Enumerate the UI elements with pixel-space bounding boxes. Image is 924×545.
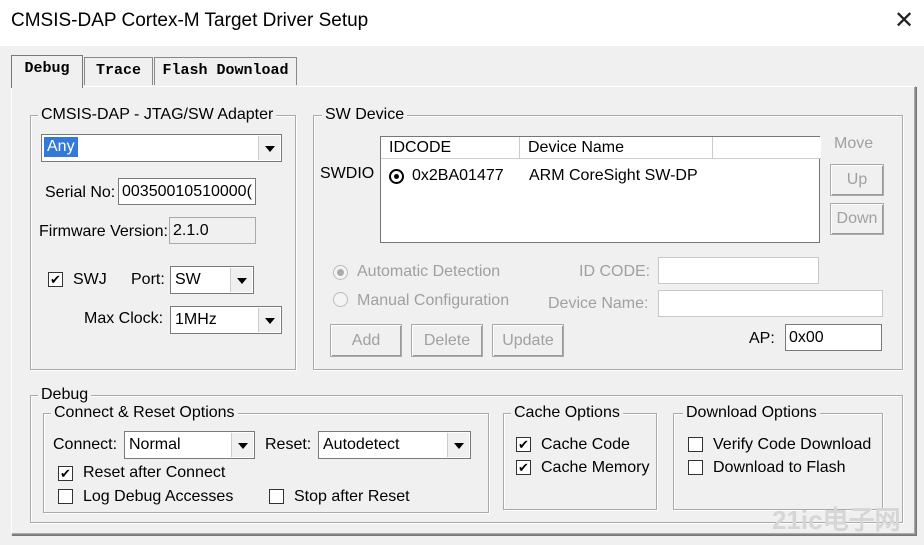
up-button[interactable]: Up: [830, 164, 884, 196]
move-label: Move: [834, 135, 874, 152]
verify-code-label: Verify Code Download: [713, 436, 872, 453]
tab-debug[interactable]: Debug: [11, 55, 83, 88]
window-title: CMSIS-DAP Cortex-M Target Driver Setup: [11, 10, 369, 31]
check-icon: ✔: [50, 272, 61, 287]
port-select-value: SW: [175, 271, 201, 288]
serial-value: 00350010510000(: [122, 183, 252, 200]
cache-memory-checkbox[interactable]: ✔: [516, 460, 531, 475]
connect-reset-group-label: Connect & Reset Options: [51, 404, 238, 422]
debug-group-label: Debug: [38, 386, 92, 404]
check-icon: ✔: [518, 437, 529, 452]
add-button[interactable]: Add: [330, 324, 402, 357]
id-code-field[interactable]: [658, 257, 819, 284]
tab-trace[interactable]: Trace: [84, 57, 153, 85]
download-options-group-label: Download Options: [683, 404, 820, 422]
reset-select[interactable]: Autodetect: [318, 431, 471, 459]
log-debug-checkbox[interactable]: [58, 489, 73, 504]
id-code-label: ID CODE:: [579, 263, 651, 280]
reset-label: Reset:: [265, 436, 312, 453]
manual-config-radio[interactable]: [333, 292, 348, 307]
chevron-down-icon[interactable]: [231, 433, 253, 457]
maxclock-select[interactable]: 1MHz: [170, 306, 282, 334]
chevron-down-icon[interactable]: [258, 136, 280, 160]
swj-label: SWJ: [73, 271, 107, 288]
radio-selected-icon: [389, 169, 404, 184]
firmware-field: 2.1.0: [169, 217, 256, 244]
log-debug-label: Log Debug Accesses: [83, 488, 234, 505]
auto-detect-radio[interactable]: [333, 265, 348, 280]
ap-value: 0x00: [789, 329, 824, 346]
reset-after-connect-label: Reset after Connect: [83, 464, 226, 481]
tab-flash-download-label: Flash Download: [162, 62, 289, 79]
column-header-idcode[interactable]: IDCODE: [381, 137, 520, 159]
swj-checkbox[interactable]: ✔: [48, 272, 63, 287]
adapter-select-value: Any: [44, 137, 78, 157]
cache-code-label: Cache Code: [541, 436, 630, 453]
maxclock-label: Max Clock:: [84, 310, 164, 327]
sw-device-group-label: SW Device: [322, 106, 408, 124]
port-select[interactable]: SW: [170, 266, 254, 294]
tab-debug-label: Debug: [24, 60, 70, 77]
adapter-group-label: CMSIS-DAP - JTAG/SW Adapter: [38, 106, 277, 124]
chevron-down-icon[interactable]: [230, 268, 252, 292]
verify-code-checkbox[interactable]: [688, 437, 703, 452]
connect-select-value: Normal: [129, 436, 181, 453]
update-button[interactable]: Update: [492, 324, 564, 357]
ap-field[interactable]: 0x00: [785, 324, 882, 351]
ap-label: AP:: [749, 330, 775, 347]
device-list[interactable]: IDCODE Device Name 0x2BA01477 ARM CoreSi…: [380, 136, 821, 243]
firmware-label: Firmware Version:: [39, 223, 168, 240]
maxclock-select-value: 1MHz: [175, 311, 217, 328]
tab-flash-download[interactable]: Flash Download: [154, 57, 297, 85]
firmware-value: 2.1.0: [173, 222, 209, 239]
column-header-device-name[interactable]: Device Name: [520, 137, 713, 159]
watermark-logo: 21ic电子网: [772, 505, 901, 535]
delete-button[interactable]: Delete: [411, 324, 483, 357]
row-idcode: 0x2BA01477: [412, 167, 504, 184]
connect-label: Connect:: [53, 436, 118, 453]
cache-options-group-label: Cache Options: [511, 404, 623, 422]
check-icon: ✔: [60, 466, 71, 481]
swdio-label: SWDIO: [320, 165, 375, 182]
adapter-select[interactable]: Any: [41, 134, 282, 162]
down-button[interactable]: Down: [830, 203, 884, 235]
device-name-label: Device Name:: [548, 295, 649, 312]
close-icon[interactable]: ✕: [889, 6, 919, 36]
serial-field[interactable]: 00350010510000(: [118, 178, 256, 205]
manual-config-label: Manual Configuration: [357, 292, 510, 309]
stop-after-reset-checkbox[interactable]: [269, 489, 284, 504]
stop-after-reset-label: Stop after Reset: [294, 488, 410, 505]
serial-label: Serial No:: [45, 184, 116, 201]
reset-select-value: Autodetect: [323, 436, 400, 453]
check-icon: ✔: [518, 460, 529, 475]
cache-code-checkbox[interactable]: ✔: [516, 437, 531, 452]
download-flash-label: Download to Flash: [713, 459, 846, 476]
device-name-field[interactable]: [658, 290, 883, 317]
auto-detect-label: Automatic Detection: [357, 263, 501, 280]
download-flash-checkbox[interactable]: [688, 460, 703, 475]
chevron-down-icon[interactable]: [447, 433, 469, 457]
cache-memory-label: Cache Memory: [541, 459, 650, 476]
port-label: Port:: [131, 271, 165, 288]
connect-select[interactable]: Normal: [124, 431, 255, 459]
reset-after-connect-checkbox[interactable]: ✔: [58, 466, 73, 481]
column-header-empty: [713, 137, 821, 159]
row-device-name: ARM CoreSight SW-DP: [529, 167, 698, 184]
table-row[interactable]: 0x2BA01477 ARM CoreSight SW-DP: [381, 163, 819, 189]
tab-trace-label: Trace: [95, 62, 141, 79]
chevron-down-icon[interactable]: [258, 308, 280, 332]
